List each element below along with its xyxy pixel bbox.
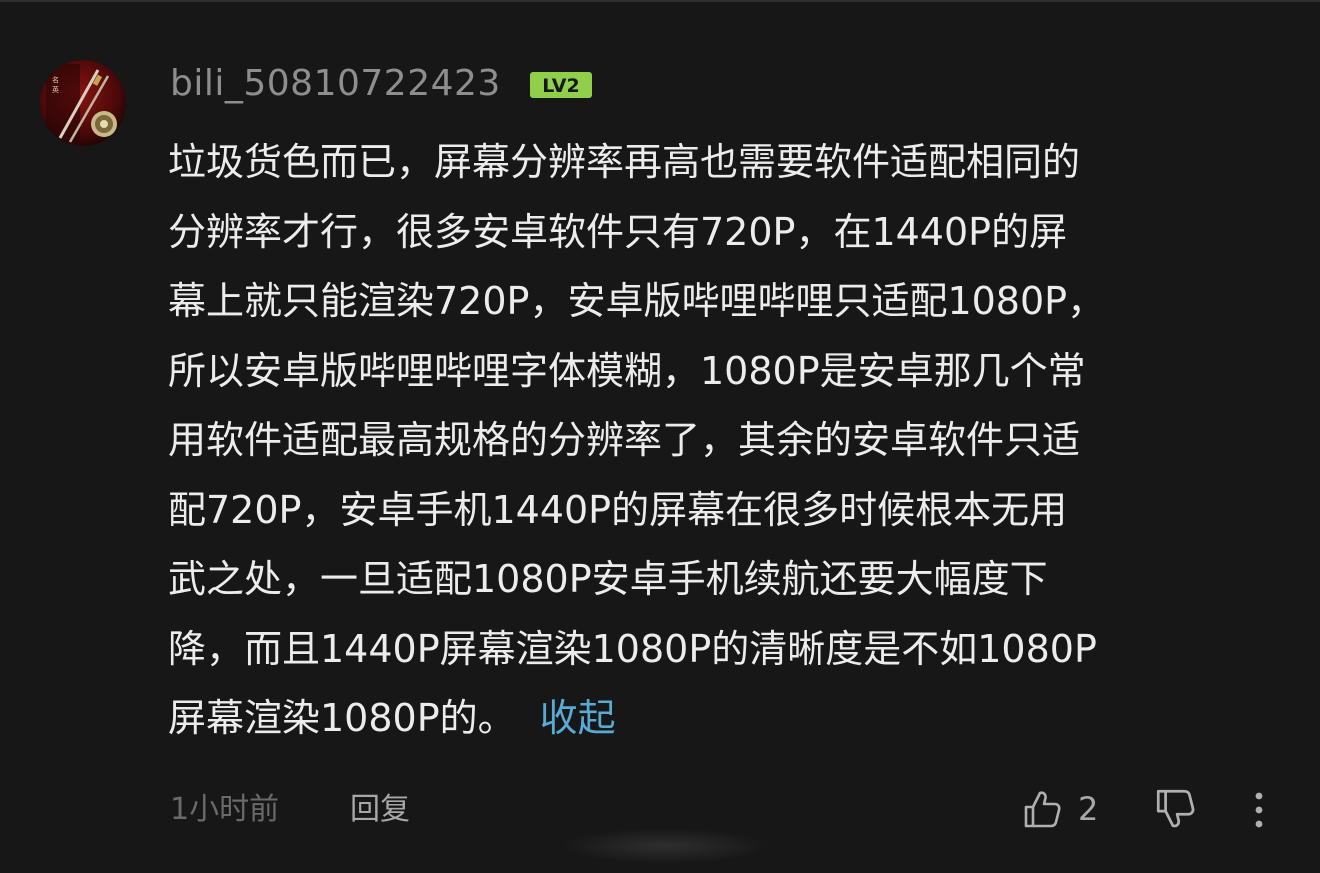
avatar[interactable]: 名 英 bbox=[40, 60, 126, 146]
watermark-smudge bbox=[560, 828, 770, 864]
level-badge: LV2 bbox=[530, 72, 592, 98]
like-count: 2 bbox=[1078, 790, 1099, 828]
comment-timestamp: 1小时前 bbox=[170, 792, 280, 827]
svg-text:英: 英 bbox=[52, 85, 59, 94]
reply-button[interactable]: 回复 bbox=[350, 790, 410, 830]
collapse-link[interactable]: 收起 bbox=[540, 696, 616, 740]
dislike-button[interactable] bbox=[1152, 786, 1198, 832]
more-vertical-icon bbox=[1255, 792, 1263, 828]
thumbs-down-icon bbox=[1156, 789, 1195, 828]
username[interactable]: bili_50810722423 bbox=[170, 64, 501, 104]
level-badge-label: LV2 bbox=[542, 75, 579, 97]
comment-card: 名 英 bili_50810722423 LV2 垃圾货色而已，屏幕分辨率再高也… bbox=[0, 0, 1320, 873]
svg-text:名: 名 bbox=[52, 75, 59, 84]
like-button[interactable]: 2 bbox=[1020, 786, 1098, 832]
more-options-button[interactable] bbox=[1244, 788, 1274, 832]
avatar-image: 名 英 bbox=[40, 60, 126, 146]
comment-body: 垃圾货色而已，屏幕分辨率再高也需要软件适配相同的 分辨率才行，很多安卓软件只有7… bbox=[168, 140, 1106, 740]
comment-text: 垃圾货色而已，屏幕分辨率再高也需要软件适配相同的 分辨率才行，很多安卓软件只有7… bbox=[168, 128, 1298, 754]
thumbs-up-icon bbox=[1024, 791, 1061, 828]
